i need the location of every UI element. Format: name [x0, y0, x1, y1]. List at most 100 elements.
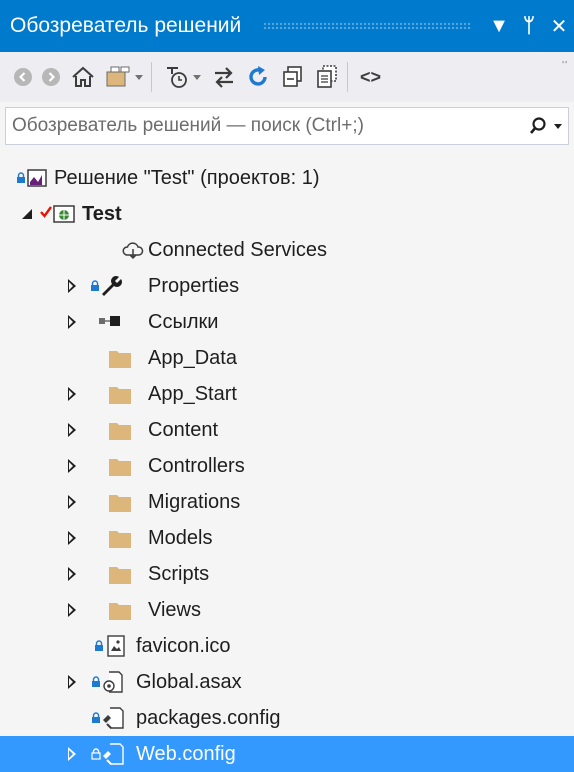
folder-icon — [109, 459, 131, 476]
tree-row-folder[interactable]: App_Start — [0, 376, 574, 412]
expand-arrow-icon[interactable] — [22, 209, 32, 219]
folder-icon — [109, 351, 131, 368]
expand-arrow-icon[interactable] — [68, 567, 76, 581]
show-all-files-icon — [317, 65, 337, 88]
cloud-services-icon — [122, 242, 144, 260]
pin-icon[interactable]: ᛘ — [514, 15, 544, 38]
tree-item-label: Properties — [148, 275, 240, 297]
back-button[interactable] — [12, 59, 34, 95]
collapse-all-button[interactable] — [281, 59, 305, 95]
forward-button[interactable] — [40, 59, 62, 95]
tree-row-folder[interactable]: Content — [0, 412, 574, 448]
search-box — [5, 107, 569, 145]
folder-icon — [109, 423, 131, 440]
tree-item-label: Controllers — [148, 455, 245, 477]
tree-item-label: Views — [148, 599, 201, 621]
toolbar-divider — [151, 62, 152, 92]
settings-file-icon — [103, 671, 123, 693]
tree-row-properties[interactable]: Properties — [0, 268, 574, 304]
lock-icon — [91, 748, 101, 760]
folder-icon — [109, 567, 131, 584]
close-icon[interactable]: ✕ — [544, 14, 574, 39]
tree-row-connected-services[interactable]: Connected Services — [0, 232, 574, 268]
expand-arrow-icon[interactable] — [68, 315, 76, 329]
tree-item-label: Global.asax — [136, 671, 242, 693]
tree-item-label: Ссылки — [148, 311, 219, 333]
chevron-down-icon — [193, 74, 201, 80]
tree-row-file[interactable]: Global.asax — [0, 664, 574, 700]
references-icon — [99, 316, 120, 326]
tree-item-label: packages.config — [136, 707, 281, 729]
show-all-files-button[interactable] — [315, 59, 339, 95]
window-menu-dropdown-icon[interactable]: ▼ — [484, 15, 514, 38]
tree-row-file[interactable]: favicon.ico — [0, 628, 574, 664]
home-button[interactable] — [70, 59, 96, 95]
toolbar-overflow-icon[interactable]: '' — [562, 60, 568, 71]
lock-icon — [92, 712, 100, 723]
drag-grip[interactable] — [263, 22, 472, 30]
expand-arrow-icon[interactable] — [68, 423, 76, 437]
tree-row-folder[interactable]: Views — [0, 592, 574, 628]
toolbar: <> '' — [0, 52, 574, 102]
expand-arrow-icon[interactable] — [68, 459, 76, 473]
lock-icon — [92, 676, 100, 687]
tree-item-label: Models — [148, 527, 213, 549]
tree-row-references[interactable]: Ссылки — [0, 304, 574, 340]
tree-item-label: favicon.ico — [136, 635, 231, 657]
folder-views-icon — [106, 66, 130, 87]
home-icon — [72, 66, 94, 87]
expand-arrow-icon[interactable] — [68, 279, 76, 293]
chevron-down-icon — [135, 74, 143, 80]
forward-icon — [42, 68, 60, 86]
sync-active-document-button[interactable] — [211, 59, 237, 95]
refresh-icon — [249, 66, 267, 86]
tree-row-folder[interactable]: Migrations — [0, 484, 574, 520]
refresh-button[interactable] — [245, 59, 271, 95]
tree-row-folder[interactable]: Scripts — [0, 556, 574, 592]
checkmark-icon — [40, 206, 52, 218]
tree-item-label: Migrations — [148, 491, 241, 513]
pending-changes-filter-button[interactable] — [164, 59, 201, 95]
back-icon — [14, 68, 32, 86]
title-bar: Обозреватель решений ▼ ᛘ ✕ — [0, 0, 574, 52]
solution-icon — [27, 169, 47, 187]
lock-icon — [95, 640, 103, 651]
expand-arrow-icon[interactable] — [68, 531, 76, 545]
tree-row-file[interactable]: packages.config — [0, 700, 574, 736]
folder-icon — [109, 387, 131, 404]
tree-row-folder[interactable]: Models — [0, 520, 574, 556]
tree-row-folder[interactable]: App_Data — [0, 340, 574, 376]
clock-filter-icon — [167, 67, 187, 88]
solution-label: Решение "Test" (проектов: 1) — [54, 167, 320, 189]
folder-icon — [109, 603, 131, 620]
code-icon: <> — [360, 66, 382, 87]
search-icon — [529, 117, 546, 134]
project-label: Test — [82, 203, 122, 225]
collapse-all-icon — [283, 66, 302, 87]
tree-item-label: App_Start — [148, 383, 237, 405]
sync-arrows-icon — [215, 67, 233, 88]
search-input[interactable] — [6, 114, 522, 138]
tree-row-solution[interactable]: Решение "Test" (проектов: 1) — [0, 160, 574, 196]
config-file-icon — [103, 707, 124, 729]
tree-item-label: App_Data — [148, 347, 237, 369]
switch-views-button[interactable] — [104, 59, 143, 95]
expand-arrow-icon[interactable] — [68, 603, 76, 617]
toolbar-divider — [347, 62, 348, 92]
tree-row-folder[interactable]: Controllers — [0, 448, 574, 484]
tree-item-label: Content — [148, 419, 219, 441]
wrench-icon — [102, 276, 122, 296]
folder-icon — [109, 495, 131, 512]
expand-arrow-icon[interactable] — [68, 495, 76, 509]
tree-item-label: Connected Services — [148, 239, 327, 261]
tree-row-project[interactable]: Test — [0, 196, 574, 232]
tree-row-file-selected[interactable]: Web.config — [0, 736, 574, 772]
view-code-button[interactable]: <> — [360, 59, 381, 95]
window-title: Обозреватель решений — [10, 14, 242, 37]
search-button[interactable] — [522, 116, 568, 136]
expand-arrow-icon[interactable] — [68, 675, 76, 689]
web-project-icon — [53, 205, 75, 223]
expand-arrow-icon[interactable] — [68, 387, 76, 401]
tree-item-label: Web.config — [136, 743, 236, 765]
expand-arrow-icon[interactable] — [68, 747, 76, 761]
